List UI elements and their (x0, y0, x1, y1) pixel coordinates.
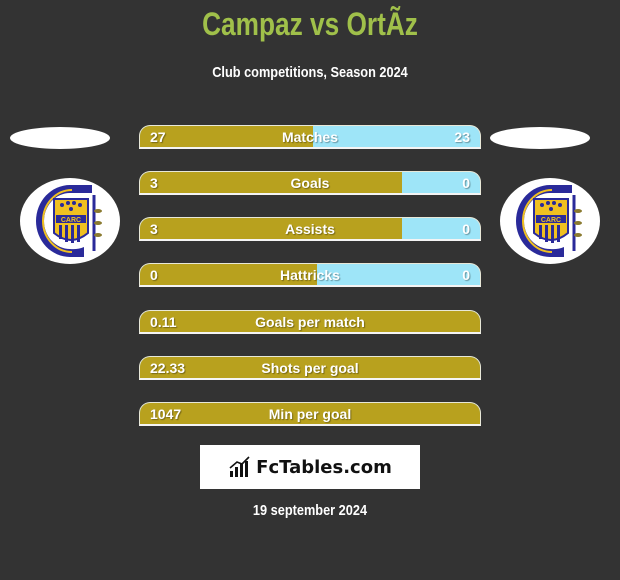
page-title: Campaz vs OrtÃz (202, 6, 418, 42)
crest-text: CARC (541, 217, 561, 224)
crest-text: CARC (61, 217, 81, 224)
stat-label: Goals (290, 175, 330, 191)
stat-row-min-per-goal: Min per goal 1047 (139, 402, 481, 426)
right-team-logo[interactable]: CARC (500, 178, 600, 264)
stat-label: Assists (285, 221, 335, 237)
stat-row-goals: Goals 3 0 (139, 171, 481, 195)
rosario-central-crest-icon: CARC (516, 185, 582, 257)
left-value: 22.33 (150, 360, 186, 376)
right-value: 0 (462, 267, 470, 283)
stat-row-matches: Matches 27 23 (139, 125, 481, 149)
stat-label: Min per goal (268, 406, 352, 422)
bar-chart-icon (229, 456, 250, 477)
stat-label: Matches (281, 129, 339, 145)
left-value: 0 (150, 267, 158, 283)
left-team-logo[interactable]: CARC (20, 178, 120, 264)
stat-label: Goals per match (255, 314, 365, 330)
brand-name: FcTables.com (256, 456, 392, 478)
subtitle: Club competitions, Season 2024 (212, 64, 408, 81)
stat-row-assists: Assists 3 0 (139, 217, 481, 241)
stat-label: Hattricks (280, 267, 340, 283)
left-value: 1047 (150, 406, 182, 422)
stat-label: Shots per goal (261, 360, 359, 376)
left-value: 27 (150, 129, 166, 145)
right-value: 0 (462, 175, 470, 191)
right-value: 23 (454, 129, 470, 145)
fctables-brand-link[interactable]: FcTables.com (200, 445, 420, 489)
stat-row-goals-per-match: Goals per match 0.11 (139, 310, 481, 334)
right-player-placeholder (490, 127, 590, 149)
left-value: 3 (150, 175, 158, 191)
left-value: 3 (150, 221, 158, 237)
stat-row-shots-per-goal: Shots per goal 22.33 (139, 356, 481, 380)
rosario-central-crest-icon: CARC (36, 185, 102, 257)
stat-row-hattricks: Hattricks 0 0 (139, 263, 481, 287)
date-label: 19 september 2024 (252, 502, 368, 519)
left-player-placeholder (10, 127, 110, 149)
left-value: 0.11 (150, 314, 177, 330)
right-value: 0 (462, 221, 470, 237)
